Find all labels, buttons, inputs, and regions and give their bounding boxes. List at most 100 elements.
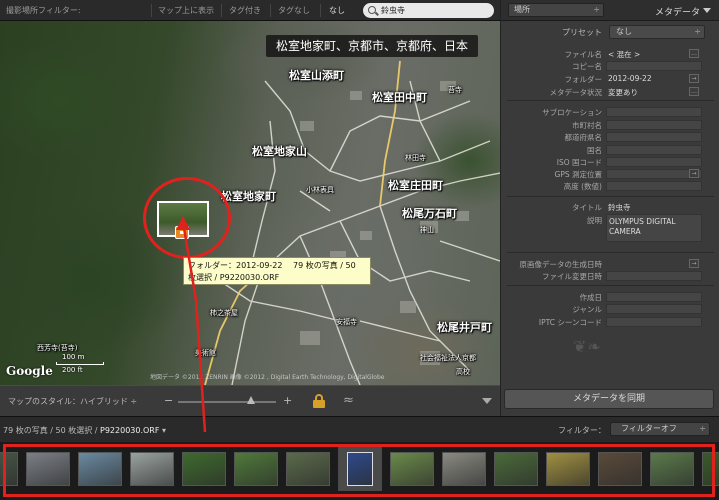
preset-select[interactable]: なし bbox=[609, 25, 705, 39]
metadata-input[interactable] bbox=[606, 304, 702, 314]
metadata-input[interactable] bbox=[606, 181, 702, 191]
google-logo: Google bbox=[6, 364, 53, 378]
map-place-label: 松尾井戸町 bbox=[437, 321, 492, 334]
map-place-label: 松室山添町 bbox=[289, 69, 344, 82]
metadata-label: ジャンル bbox=[572, 305, 602, 314]
metadata-label: 高度 (数値) bbox=[563, 182, 602, 191]
metadata-value[interactable]: < 混在 > bbox=[608, 49, 684, 60]
metadata-label: ファイル名 bbox=[564, 50, 603, 59]
panel-divider bbox=[507, 285, 714, 286]
metadata-input[interactable] bbox=[606, 169, 702, 179]
zoom-out-button[interactable]: − bbox=[164, 394, 173, 407]
map-place-label: 柿之茶屋 bbox=[210, 309, 238, 317]
filter-on-map-button[interactable]: マップ上に表示 bbox=[158, 5, 214, 16]
map-place-label: 小林表具 bbox=[306, 186, 334, 194]
metadata-row: コピー名 bbox=[501, 61, 719, 72]
metadata-label: コピー名 bbox=[572, 62, 602, 71]
photo-count: 79 枚の写真 / 50 枚選択 / P9220030.ORF ▾ bbox=[3, 425, 166, 436]
filter-separator bbox=[270, 4, 271, 17]
collapse-chevron-icon[interactable] bbox=[703, 8, 711, 13]
metadata-action-icon[interactable]: … bbox=[689, 49, 699, 58]
metadata-label: メタデータ状況 bbox=[549, 88, 603, 97]
metadata-input[interactable] bbox=[606, 157, 702, 167]
metadata-input[interactable] bbox=[606, 120, 702, 130]
zoom-slider-thumb[interactable] bbox=[246, 396, 255, 404]
metadata-action-icon[interactable]: … bbox=[689, 87, 699, 96]
metadata-label: 都道府県名 bbox=[564, 133, 603, 142]
annotation-filmstrip-box bbox=[3, 444, 715, 497]
map-place-label: 松室庄田町 bbox=[388, 179, 443, 192]
metadata-row: サブロケーション bbox=[501, 107, 719, 118]
tracklog-icon[interactable]: ≈ bbox=[343, 393, 354, 408]
filename-menu-chevron-icon[interactable]: ▾ bbox=[162, 426, 166, 435]
metadata-input[interactable] bbox=[606, 61, 702, 71]
metadata-input[interactable] bbox=[606, 292, 702, 302]
metadata-label: 市町村名 bbox=[572, 121, 602, 130]
metadata-label: ファイル変更日時 bbox=[542, 272, 602, 281]
metadata-label: 説明 bbox=[587, 216, 602, 225]
zoom-in-button[interactable]: + bbox=[283, 394, 292, 407]
metadata-action-icon[interactable]: → bbox=[689, 259, 699, 268]
lock-markers-icon[interactable] bbox=[313, 394, 325, 408]
zoom-slider[interactable] bbox=[178, 401, 276, 403]
metadata-row: フォルダー 2012-09-22 → bbox=[501, 74, 719, 85]
map-style-label: マップのスタイル： bbox=[8, 397, 80, 406]
panel-divider bbox=[507, 100, 714, 101]
sync-metadata-button[interactable]: メタデータを同期 bbox=[504, 389, 714, 409]
filter-select[interactable]: フィルターオフ bbox=[610, 422, 710, 436]
tooltip-line: 枚選択 / P9220030.ORF bbox=[188, 273, 280, 282]
metadata-row: GPS 測定位置 → bbox=[501, 169, 719, 180]
map-place-label: 林田寺 bbox=[405, 154, 426, 162]
panel-divider bbox=[507, 252, 714, 253]
metadata-panel-header: 場所 メタデータ bbox=[501, 0, 719, 21]
metadata-row: 原画像データの生成日時 → bbox=[501, 259, 719, 270]
annotation-circle bbox=[143, 177, 231, 259]
metadata-value[interactable]: 変更あり bbox=[608, 87, 684, 98]
metadata-panel: 場所 メタデータ プリセット なし ファイル名 < 混在 > … コピー名フォルダー 2… bbox=[500, 0, 719, 416]
metadata-row: ジャンル bbox=[501, 304, 719, 315]
map-style-value: ハイブリッド ÷ bbox=[80, 397, 138, 406]
metadata-set-select[interactable]: 場所 bbox=[508, 3, 604, 17]
filter-tagged-button[interactable]: タグ付き bbox=[229, 5, 261, 16]
filter-untagged-button[interactable]: タグなし bbox=[278, 5, 310, 16]
filmstrip-info-bar: 79 枚の写真 / 50 枚選択 / P9220030.ORF ▾ フィルター：… bbox=[0, 416, 719, 442]
toolbar-menu-chevron-icon[interactable] bbox=[482, 398, 492, 404]
metadata-input[interactable] bbox=[606, 132, 702, 142]
metadata-input[interactable] bbox=[606, 271, 702, 281]
metadata-row: ファイル変更日時 bbox=[501, 271, 719, 282]
preset-label: プリセット bbox=[562, 28, 602, 37]
map-place-label: 西芳寺(苔寺) bbox=[37, 344, 78, 352]
metadata-value[interactable]: 2012-09-22 bbox=[608, 74, 684, 83]
caption-field[interactable]: OLYMPUS DIGITAL CAMERA bbox=[606, 214, 702, 242]
map-place-label: 美術館 bbox=[195, 349, 216, 357]
map-toolbar: マップのスタイル：ハイブリッド ÷ − + ≈ bbox=[0, 385, 500, 416]
metadata-input[interactable] bbox=[606, 317, 702, 327]
filmstrip[interactable] bbox=[0, 442, 719, 500]
metadata-input[interactable] bbox=[606, 145, 702, 155]
map-place-label: 安福寺 bbox=[336, 318, 357, 326]
metadata-row: 高度 (数値) bbox=[501, 181, 719, 192]
lock-body bbox=[313, 400, 325, 408]
filter-label: フィルター： bbox=[558, 426, 606, 435]
location-filter-label: 撮影場所フィルター: bbox=[6, 6, 81, 15]
map-place-label: 神山 bbox=[420, 226, 434, 234]
metadata-label: サブロケーション bbox=[542, 108, 602, 117]
metadata-row: ISO 国コード bbox=[501, 157, 719, 168]
map-location-header: 松室地家町、京都市、京都府、日本 bbox=[266, 35, 479, 57]
map-view[interactable]: 松室地家町、京都市、京都府、日本 松室山添町 松室田中町 松室地家山 松室地家町… bbox=[0, 21, 500, 385]
metadata-label: IPTC シーンコード bbox=[538, 318, 602, 327]
map-place-label: 社会福祉法人京都 bbox=[420, 354, 476, 362]
map-place-label: 松室田中町 bbox=[372, 91, 427, 104]
scale-imperial: 200 ft bbox=[62, 366, 83, 374]
filter-none-button[interactable]: なし bbox=[329, 5, 345, 16]
current-filename[interactable]: P9220030.ORF bbox=[100, 426, 159, 435]
metadata-action-icon[interactable]: → bbox=[689, 169, 699, 178]
map-credit: 地図データ ©2012 ZENRIN 画像 ©2012 , Digital Ea… bbox=[150, 374, 385, 381]
metadata-value[interactable]: 鈴虫寺 bbox=[608, 202, 684, 213]
metadata-input[interactable] bbox=[606, 107, 702, 117]
map-search-input[interactable]: 鈴虫寺 bbox=[363, 3, 494, 18]
map-style-selector[interactable]: マップのスタイル：ハイブリッド ÷ bbox=[8, 396, 137, 407]
filter-separator bbox=[320, 4, 321, 17]
metadata-panel-title[interactable]: メタデータ bbox=[655, 5, 700, 18]
metadata-action-icon[interactable]: → bbox=[689, 74, 699, 83]
